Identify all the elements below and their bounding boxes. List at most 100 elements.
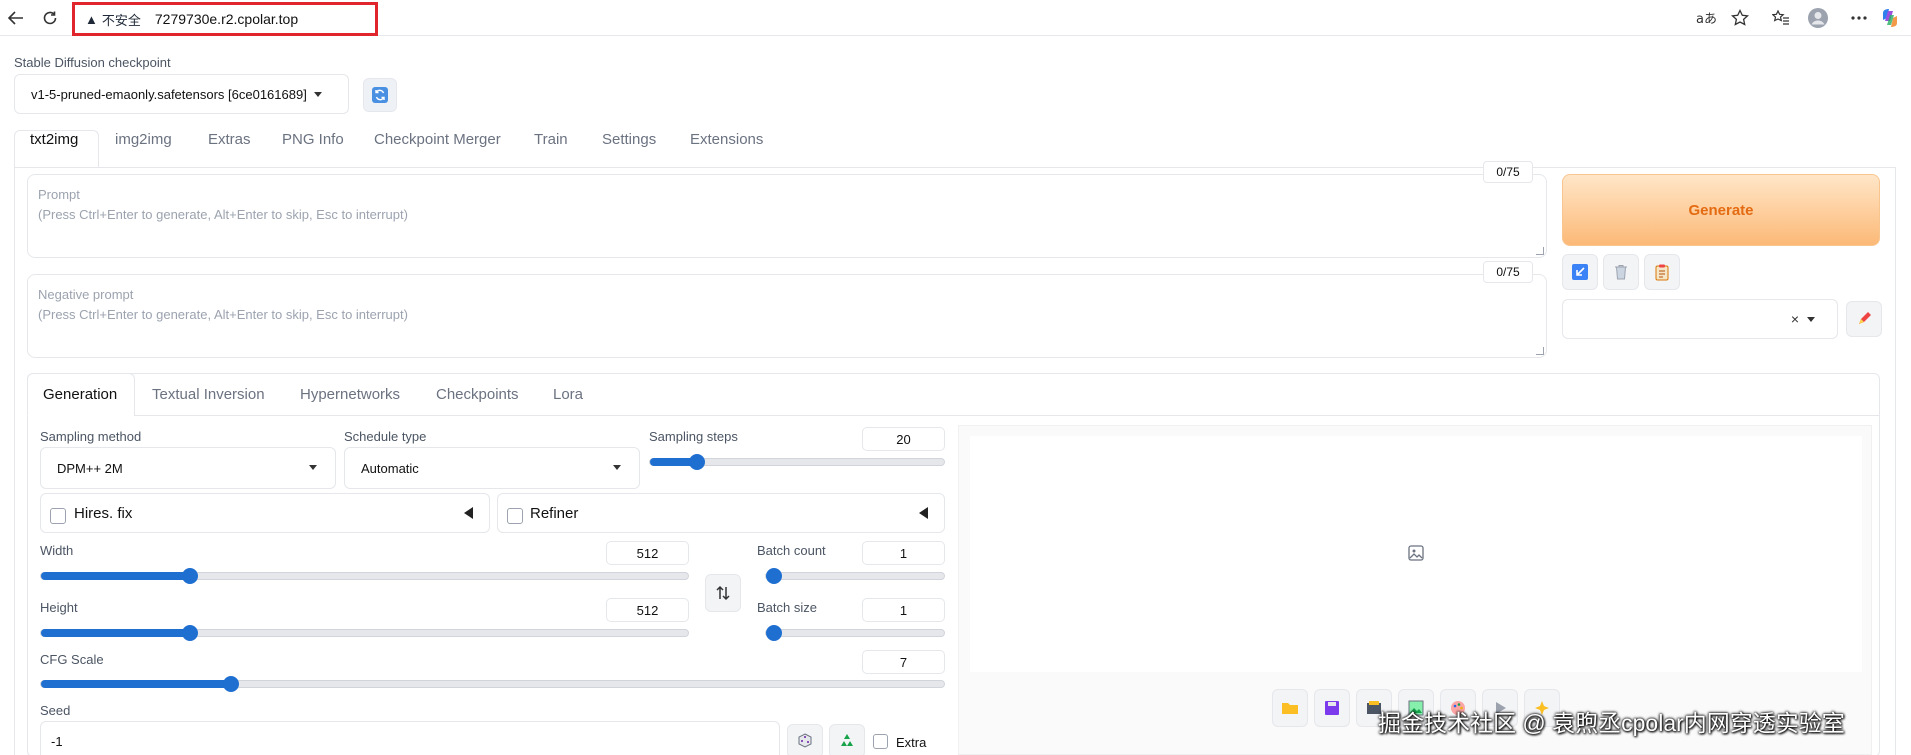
checkpoint-value: v1-5-pruned-emaonly.safetensors [6ce0161…	[31, 86, 307, 102]
subtab-lora[interactable]: Lora	[553, 386, 583, 403]
hires-fix-accordion[interactable]: Hires. fix	[40, 493, 490, 533]
height-input[interactable]: 512	[606, 598, 689, 622]
swap-dimensions-button[interactable]	[705, 574, 741, 612]
copilot-icon[interactable]	[1878, 6, 1902, 30]
slider-thumb[interactable]	[222, 676, 239, 692]
sampling-steps-input[interactable]: 20	[862, 427, 945, 451]
reuse-seed-button[interactable]	[829, 724, 865, 755]
cfg-scale-label: CFG Scale	[40, 652, 104, 667]
open-folder-button[interactable]	[1272, 689, 1308, 727]
width-slider[interactable]	[40, 568, 689, 584]
prompt-textarea[interactable]: Prompt (Press Ctrl+Enter to generate, Al…	[27, 174, 1547, 258]
schedule-type-select[interactable]: Automatic	[344, 447, 640, 489]
chevron-down-icon	[314, 92, 322, 97]
refiner-checkbox[interactable]	[507, 508, 523, 524]
subtab-hypernetworks[interactable]: Hypernetworks	[300, 386, 400, 403]
slider-thumb[interactable]	[766, 625, 782, 641]
slider-thumb[interactable]	[181, 625, 198, 641]
hires-fix-label: Hires. fix	[74, 505, 133, 522]
tab-png-info[interactable]: PNG Info	[282, 131, 344, 148]
width-input[interactable]: 512	[606, 541, 689, 565]
refresh-checkpoint-button[interactable]	[363, 78, 397, 112]
sampling-method-value: DPM++ 2M	[57, 460, 123, 476]
tab-extensions[interactable]: Extensions	[690, 131, 763, 148]
arrow-down-left-icon	[1572, 264, 1588, 280]
generate-button[interactable]: Generate	[1562, 174, 1880, 246]
edit-styles-button[interactable]	[1846, 301, 1882, 337]
clear-prompt-button[interactable]	[1603, 254, 1639, 290]
slider-fill	[41, 629, 190, 637]
image-placeholder-icon	[1408, 545, 1424, 561]
paste-button[interactable]	[1644, 254, 1680, 290]
styles-select[interactable]: ×	[1562, 299, 1838, 339]
reload-icon[interactable]	[38, 6, 62, 30]
chevron-down-icon	[309, 465, 317, 470]
security-label: 不安全	[101, 12, 141, 28]
subtab-checkpoints[interactable]: Checkpoints	[436, 386, 519, 403]
save-icon	[1325, 701, 1339, 715]
schedule-type-label: Schedule type	[344, 429, 427, 444]
chevron-down-icon	[613, 465, 621, 470]
seed-input[interactable]: -1	[40, 721, 780, 755]
swap-arrows-icon	[716, 585, 730, 601]
profile-avatar-icon[interactable]	[1806, 6, 1830, 30]
seed-label: Seed	[40, 703, 71, 718]
resize-handle-icon[interactable]	[1536, 347, 1544, 355]
read-aloud-icon[interactable]: aあ	[1694, 6, 1718, 30]
checkpoint-label: Stable Diffusion checkpoint	[14, 55, 171, 70]
dice-icon	[798, 733, 812, 748]
pencil-icon	[1859, 312, 1871, 324]
subtab-generation[interactable]: Generation	[43, 386, 117, 403]
favorite-star-icon[interactable]	[1728, 6, 1752, 30]
more-options-icon[interactable]	[1847, 6, 1871, 30]
schedule-type-value: Automatic	[361, 460, 419, 476]
back-icon[interactable]	[4, 6, 28, 30]
refiner-accordion[interactable]: Refiner	[497, 493, 945, 533]
read-params-button[interactable]	[1562, 254, 1598, 290]
random-seed-button[interactable]	[787, 724, 823, 755]
checkpoint-select[interactable]: v1-5-pruned-emaonly.safetensors [6ce0161…	[14, 74, 349, 114]
batch-count-slider[interactable]	[765, 568, 945, 584]
slider-thumb[interactable]	[689, 454, 706, 470]
hires-fix-checkbox[interactable]	[50, 508, 66, 524]
slider-fill	[41, 680, 231, 688]
subtabs-divider	[134, 415, 1880, 416]
address-bar[interactable]: ▲ 不安全 7279730e.r2.cpolar.top	[72, 2, 378, 36]
tab-img2img[interactable]: img2img	[115, 131, 172, 148]
batch-count-input[interactable]: 1	[862, 541, 945, 565]
resize-handle-icon[interactable]	[1536, 247, 1544, 255]
cfg-scale-slider[interactable]	[40, 676, 945, 692]
extra-seed-checkbox[interactable]	[873, 734, 888, 749]
subtab-textual-inversion[interactable]: Textual Inversion	[152, 386, 265, 403]
prompt-label: Prompt	[38, 187, 80, 202]
svg-text:aあ: aあ	[1696, 12, 1716, 25]
recycle-icon	[841, 734, 853, 746]
collapse-triangle-icon[interactable]	[464, 507, 473, 519]
height-label: Height	[40, 600, 78, 615]
seed-value: -1	[51, 734, 63, 749]
slider-thumb[interactable]	[181, 568, 198, 584]
favorites-list-icon[interactable]	[1769, 6, 1793, 30]
tab-extras[interactable]: Extras	[208, 131, 251, 148]
tab-txt2img[interactable]: txt2img	[30, 131, 78, 148]
cfg-scale-input[interactable]: 7	[862, 650, 945, 674]
tab-train[interactable]: Train	[534, 131, 568, 148]
trash-icon	[1615, 265, 1627, 280]
batch-size-input[interactable]: 1	[862, 598, 945, 622]
url-text: 7279730e.r2.cpolar.top	[154, 11, 299, 27]
sampling-steps-label: Sampling steps	[649, 429, 738, 444]
sampling-steps-slider[interactable]	[649, 454, 945, 470]
batch-size-slider[interactable]	[765, 625, 945, 641]
negative-prompt-textarea[interactable]: Negative prompt (Press Ctrl+Enter to gen…	[27, 274, 1547, 358]
chevron-down-icon	[1807, 317, 1815, 322]
prompt-hint: (Press Ctrl+Enter to generate, Alt+Enter…	[38, 207, 408, 222]
tab-checkpoint-merger[interactable]: Checkpoint Merger	[374, 131, 501, 148]
clear-styles-icon[interactable]: ×	[1791, 311, 1799, 327]
slider-thumb[interactable]	[766, 568, 782, 584]
sampling-method-select[interactable]: DPM++ 2M	[40, 447, 336, 489]
tab-settings[interactable]: Settings	[602, 131, 656, 148]
height-slider[interactable]	[40, 625, 689, 641]
negative-prompt-token-counter: 0/75	[1483, 261, 1533, 283]
collapse-triangle-icon[interactable]	[919, 507, 928, 519]
save-button[interactable]	[1314, 689, 1350, 727]
